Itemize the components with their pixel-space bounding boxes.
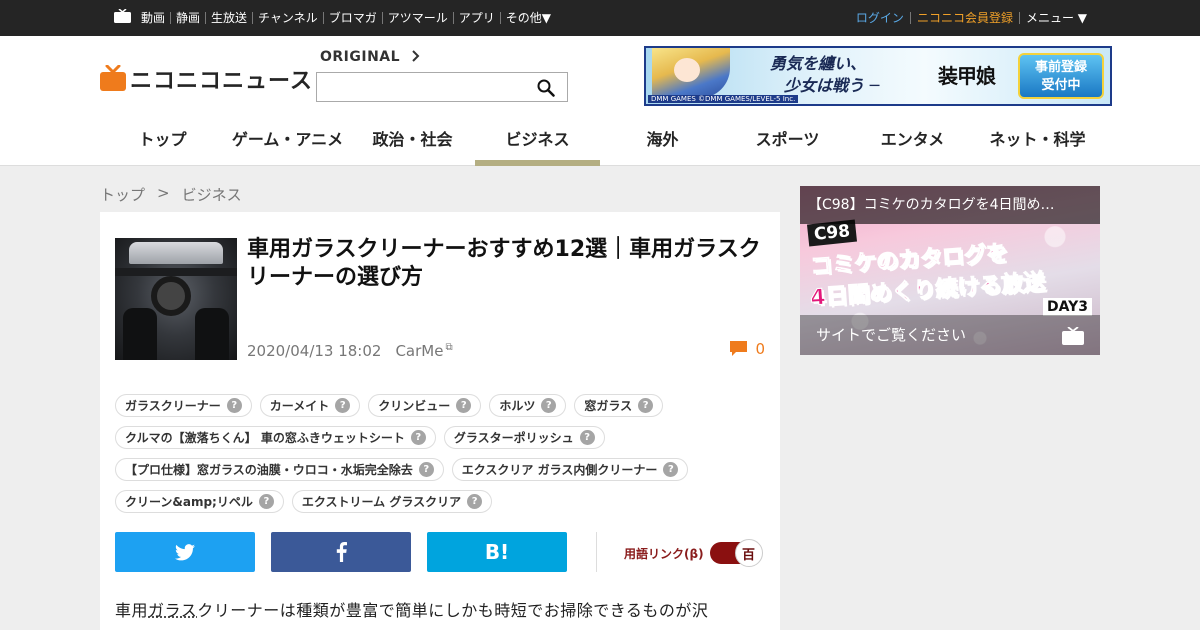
tag-item[interactable]: ガラスクリーナー? <box>115 394 252 417</box>
article-title: 車用ガラスクリーナーおすすめ12選｜車用ガラスクリーナーの選び方 <box>247 236 769 292</box>
chevron-right-icon <box>411 50 421 62</box>
login-link[interactable]: ログイン <box>850 12 910 24</box>
hatena-b-icon: B! <box>485 540 509 564</box>
breadcrumb: トップ > ビジネス <box>100 184 242 205</box>
ad-title: 装甲娘 <box>938 60 995 89</box>
article-card: 車用ガラスクリーナーおすすめ12選｜車用ガラスクリーナーの選び方 2020/04… <box>100 212 780 630</box>
question-icon[interactable]: ? <box>259 494 274 509</box>
category-top[interactable]: トップ <box>100 124 225 166</box>
facebook-f-icon <box>336 542 347 562</box>
service-nav-live[interactable]: 生放送 <box>205 12 252 24</box>
article-thumbnail[interactable] <box>115 238 237 360</box>
tag-item[interactable]: エクストリーム グラスクリア? <box>292 490 492 513</box>
twitter-share-button[interactable] <box>115 532 255 572</box>
original-link[interactable]: ORIGINAL <box>320 49 421 65</box>
question-icon[interactable]: ? <box>580 430 595 445</box>
glossary-link-toggle[interactable]: 用語リンク(β) 百 <box>624 542 762 564</box>
category-politics[interactable]: 政治・社会 <box>350 124 475 166</box>
account-nav: ログイン ニコニコ会員登録 メニュー ▼ <box>850 0 1087 36</box>
question-icon[interactable]: ? <box>411 430 426 445</box>
service-nav-seiga[interactable]: 静画 <box>170 12 205 24</box>
tag-item[interactable]: クルマの【激落ちくん】 車の窓ふきウェットシート? <box>115 426 436 449</box>
category-net-science[interactable]: ネット・科学 <box>975 124 1100 166</box>
promo-footer: サイトでご覧ください <box>800 315 1100 355</box>
glossary-term-link[interactable]: ガラス <box>148 601 197 620</box>
service-nav-atsumaru[interactable]: アツマール <box>382 12 453 24</box>
niconico-tv-icon[interactable] <box>114 9 131 23</box>
tag-item[interactable]: エクスクリア ガラス内側クリーナー? <box>452 458 689 481</box>
site-name: ニコニコニュース <box>130 63 313 95</box>
category-world[interactable]: 海外 <box>600 124 725 166</box>
hatena-bookmark-button[interactable]: B! <box>427 532 567 572</box>
niconico-logo-icon <box>100 65 126 93</box>
tag-item[interactable]: クリンビュー? <box>368 394 481 417</box>
tag-list: ガラスクリーナー? カーメイト? クリンビュー? ホルツ? 窓ガラス? クルマの… <box>115 394 765 513</box>
question-icon[interactable]: ? <box>419 462 434 477</box>
service-nav: 動画 静画 生放送 チャンネル ブロマガ アツマール アプリ その他▼ <box>141 0 556 36</box>
article-body: 車用ガラスクリーナーは種類が豊富で簡単にしかも時短でお掃除できるものが沢 <box>115 598 755 624</box>
question-icon[interactable]: ? <box>335 398 350 413</box>
promo-day-label: DAY3 <box>1043 298 1092 316</box>
share-buttons: B! <box>115 532 567 574</box>
breadcrumb-home[interactable]: トップ <box>100 184 145 205</box>
glossary-toggle-switch[interactable]: 百 <box>710 542 762 564</box>
search-box <box>316 72 568 102</box>
top-bar: 動画 静画 生放送 チャンネル ブロマガ アツマール アプリ その他▼ ログイン… <box>0 0 1200 36</box>
ad-banner[interactable]: DMM GAMES ©DMM GAMES/LEVEL-5 Inc. 勇気を纏い、… <box>644 46 1112 106</box>
side-promo-banner[interactable]: C98 コミケのカタログを 4日間めくり続ける放送 DAY3 【C98】コミケの… <box>800 186 1100 355</box>
comment-icon <box>730 341 747 357</box>
comment-count: 0 <box>755 340 765 358</box>
comment-link[interactable]: 0 <box>730 340 765 358</box>
original-label: ORIGINAL <box>320 49 400 65</box>
glossary-label: 用語リンク(β) <box>624 545 704 562</box>
facebook-share-button[interactable] <box>271 532 411 572</box>
ad-character-image <box>652 48 730 98</box>
article-source: CarMe <box>395 342 443 360</box>
site-header: ニコニコニュース ORIGINAL DMM GAMES ©DMM GAMES/L… <box>0 36 1200 166</box>
tag-item[interactable]: グラスターポリッシュ? <box>444 426 605 449</box>
category-business[interactable]: ビジネス <box>475 124 600 166</box>
menu-dropdown[interactable]: メニュー ▼ <box>1019 12 1087 24</box>
nicopedia-icon: 百 <box>735 539 763 567</box>
search-icon[interactable] <box>537 79 555 97</box>
site-logo[interactable]: ニコニコニュース <box>100 63 313 95</box>
category-game-anime[interactable]: ゲーム・アニメ <box>225 124 350 166</box>
question-icon[interactable]: ? <box>638 398 653 413</box>
category-nav: トップ ゲーム・アニメ 政治・社会 ビジネス 海外 スポーツ エンタメ ネット・… <box>100 124 1100 166</box>
category-entertainment[interactable]: エンタメ <box>850 124 975 166</box>
register-link[interactable]: ニコニコ会員登録 <box>910 12 1019 24</box>
category-sports[interactable]: スポーツ <box>725 124 850 166</box>
tag-item[interactable]: クリーン&amp;リペル? <box>115 490 284 513</box>
tag-item[interactable]: ホルツ? <box>489 394 566 417</box>
breadcrumb-separator: > <box>157 184 170 205</box>
question-icon[interactable]: ? <box>227 398 242 413</box>
share-divider <box>596 532 597 572</box>
article-meta: 2020/04/13 18:02 CarMe ⧉ <box>247 342 453 360</box>
question-icon[interactable]: ? <box>467 494 482 509</box>
article-date: 2020/04/13 18:02 <box>247 342 381 360</box>
promo-headline: 【C98】コミケのカタログを4日間め… <box>800 186 1100 224</box>
question-icon[interactable]: ? <box>541 398 556 413</box>
twitter-bird-icon <box>175 544 195 561</box>
breadcrumb-current[interactable]: ビジネス <box>182 184 242 205</box>
service-nav-other[interactable]: その他▼ <box>500 12 556 24</box>
tag-item[interactable]: カーメイト? <box>260 394 361 417</box>
tag-item[interactable]: 窓ガラス? <box>574 394 663 417</box>
article-source-link[interactable]: CarMe ⧉ <box>395 342 452 360</box>
niconico-tv-icon <box>1062 327 1084 345</box>
ad-copy: 勇気を纏い、 少女は戦う ─ <box>770 53 879 97</box>
external-link-icon: ⧉ <box>445 342 452 353</box>
ad-cta-button[interactable]: 事前登録 受付中 <box>1018 53 1104 99</box>
service-nav-channel[interactable]: チャンネル <box>252 12 323 24</box>
question-icon[interactable]: ? <box>456 398 471 413</box>
service-nav-douga[interactable]: 動画 <box>141 12 170 24</box>
service-nav-app[interactable]: アプリ <box>453 12 500 24</box>
service-nav-blomaga[interactable]: ブロマガ <box>323 12 382 24</box>
question-icon[interactable]: ? <box>663 462 678 477</box>
search-input[interactable] <box>317 73 532 101</box>
tag-item[interactable]: 【プロ仕様】窓ガラスの油膜・ウロコ・水垢完全除去? <box>115 458 444 481</box>
